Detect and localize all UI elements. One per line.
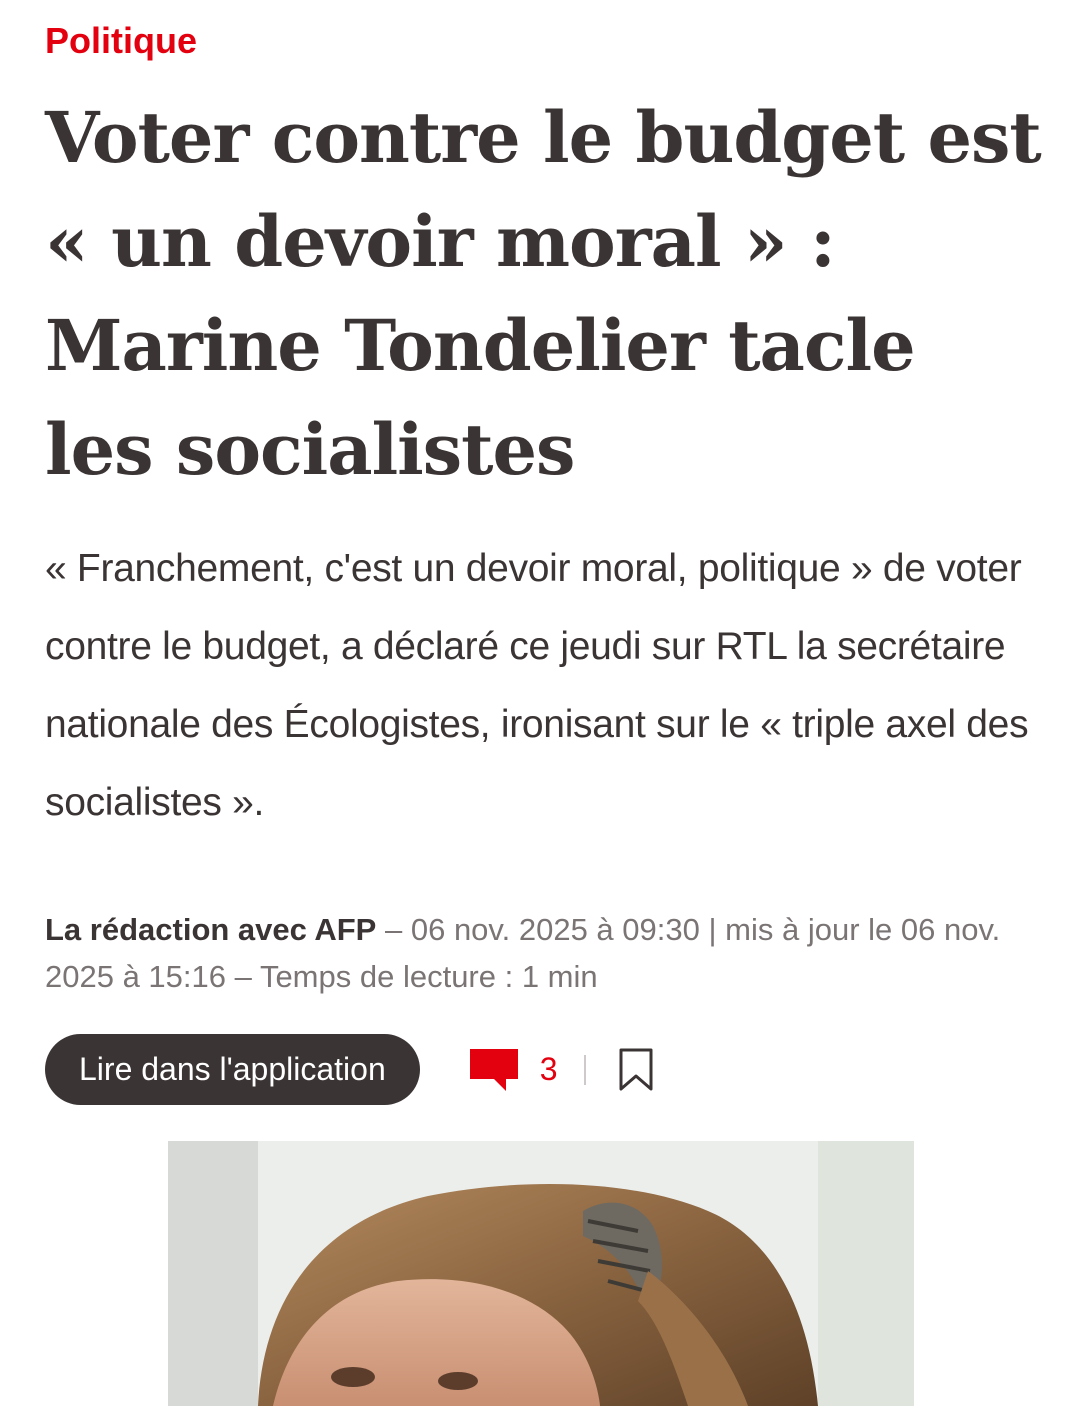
article-actions: Lire dans l'application 3 <box>45 1034 654 1105</box>
meta-separator: | <box>708 912 726 947</box>
published-date: 06 nov. 2025 à 09:30 <box>410 912 700 947</box>
bookmark-icon[interactable] <box>618 1048 654 1092</box>
comments-button[interactable]: 3 <box>469 1048 558 1091</box>
category-link[interactable]: Politique <box>45 18 197 64</box>
author-name: La rédaction avec AFP <box>45 912 377 947</box>
meta-dash: – <box>384 912 411 947</box>
reading-time: Temps de lecture : 1 min <box>259 959 598 994</box>
article-photo <box>168 1141 914 1406</box>
comment-count: 3 <box>539 1051 558 1087</box>
meta-dash: – <box>234 959 260 994</box>
divider <box>583 1054 586 1085</box>
article-title: Voter contre le budget est « un devoir m… <box>45 96 1042 491</box>
portrait-photo <box>168 1141 914 1406</box>
article-lead: « Franchement, c'est un devoir moral, po… <box>45 547 1029 824</box>
comment-icon <box>469 1048 518 1091</box>
article-meta: La rédaction avec AFP – 06 nov. 2025 à 0… <box>45 906 1035 1000</box>
open-in-app-button[interactable]: Lire dans l'application <box>45 1034 420 1105</box>
